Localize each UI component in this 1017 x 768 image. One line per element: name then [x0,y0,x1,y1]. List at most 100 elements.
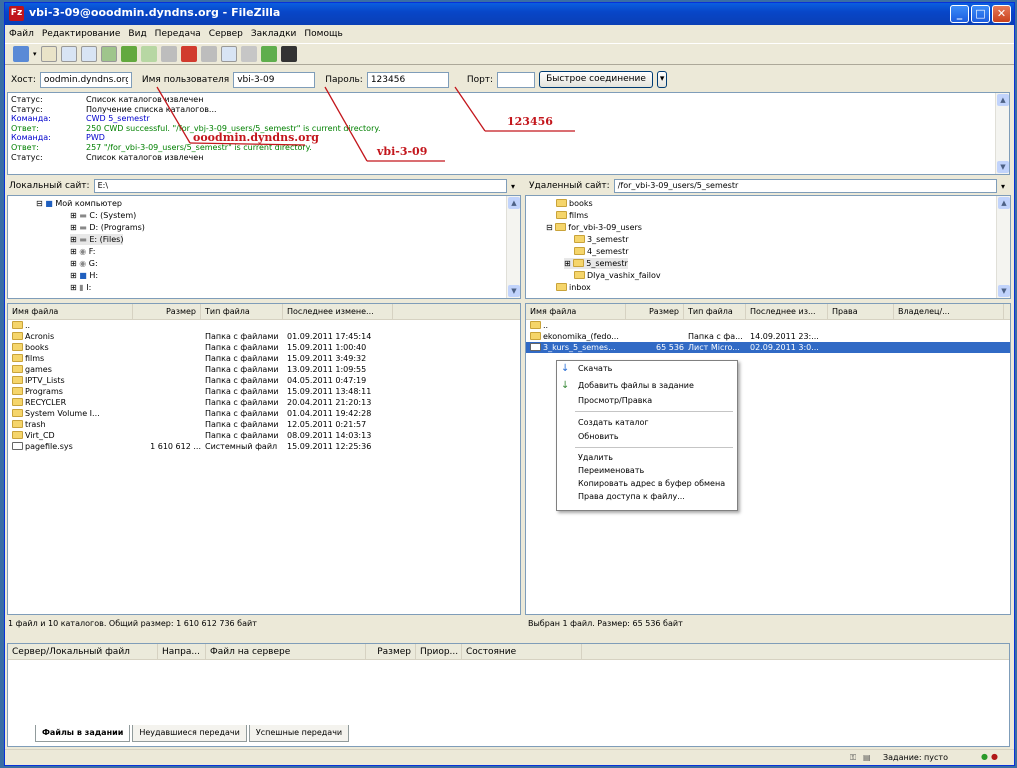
folder-unknown-icon [574,271,585,279]
file-row[interactable]: pagefile.sys 1 610 612 ... Системный файл 1… [8,441,520,452]
tree-node[interactable]: ⊞ ▬ D: (Programs) [70,222,145,233]
file-row[interactable]: Programs Папка с файлами 15.09.2011 13:48:… [8,386,520,397]
local-tree[interactable]: ⊟ ■ Мой компьютер ⊞ ▬ C: (System) ⊞ ▬ D:… [7,195,521,299]
file-row[interactable]: .. [8,320,520,331]
file-modified [283,320,393,331]
remote-path-dropdown-icon[interactable]: ▾ [1001,182,1013,191]
file-name: pagefile.sys [8,441,133,452]
tab-successful-transfers[interactable]: Успешные передачи [248,725,350,742]
tree-node[interactable]: 3_semestr [574,234,629,245]
col-local-file[interactable]: Сервер/Локальный файл [8,644,158,659]
col-type[interactable]: Тип файла [201,304,283,319]
folder-icon [530,321,541,329]
file-size: 65 536 [656,343,684,352]
folder-icon [12,431,23,439]
tree-node[interactable]: Dlya_vashix_failov [574,270,661,281]
folder-icon [12,354,23,362]
file-row[interactable]: ekonomika_(fedo... Папка с фа... 14.09.201… [526,331,1010,342]
file-row[interactable]: 3_kurs_5_semes... 65 536 Лист Micro... 02.0… [526,342,1010,353]
file-row[interactable]: IPTV_Lists Папка с файлами 04.05.2011 0:47… [8,375,520,386]
col-type[interactable]: Тип файла [684,304,746,319]
file-type: Папка с файлами [205,376,279,385]
file-name: RECYCLER [8,397,133,408]
file-type: Папка с файлами [205,332,279,341]
col-size[interactable]: Размер [626,304,684,319]
folder-unknown-icon [556,199,567,207]
col-priority[interactable]: Приор... [416,644,462,659]
local-file-list[interactable]: Имя файла Размер Тип файла Последнее изм… [7,303,521,615]
folder-icon [12,365,23,373]
file-size [133,375,201,386]
binary-icon: ▤ [863,753,871,762]
download-icon: ↓ [561,363,570,374]
menu-add-to-queue[interactable]: Добавить файлы в задание [578,381,694,390]
col-filename[interactable]: Имя файла [526,304,626,319]
tree-node[interactable]: ⊟ ■ Мой компьютер [36,198,122,209]
folder-icon [12,409,23,417]
file-modified: 12.05.2011 0:21:57 [287,420,367,429]
tree-node-selected[interactable]: ⊞ ▬ E: (Files) [70,234,124,245]
tree-node[interactable]: books [556,198,593,209]
file-size: 1 610 612 ... [150,442,201,451]
file-type: Папка с файлами [205,354,279,363]
tree-node[interactable]: films [556,210,588,221]
tree-node-selected[interactable]: ⊞ 5_semestr [564,258,628,269]
tree-node[interactable]: 4_semestr [574,246,629,257]
menu-permissions[interactable]: Права доступа к файлу... [578,492,685,501]
remote-tree[interactable]: books films ⊟ for_vbi-3-09_users 3_semes… [525,195,1011,299]
file-row[interactable]: Virt_CD Папка с файлами 08.09.2011 14:03:1… [8,430,520,441]
file-size [133,364,201,375]
file-row[interactable]: trash Папка с файлами 12.05.2011 0:21:57 [8,419,520,430]
col-modified[interactable]: Последнее из... [746,304,828,319]
menu-delete[interactable]: Удалить [578,453,613,462]
local-path-dropdown-icon[interactable]: ▾ [511,182,523,191]
local-path-input[interactable]: E:\ [93,179,507,193]
folder-icon [12,420,23,428]
col-modified[interactable]: Последнее измене... [283,304,393,319]
file-row[interactable]: .. [526,320,1010,331]
tree-node[interactable]: ⊞ ■ H: [70,270,98,281]
tree-node[interactable]: inbox [556,282,591,293]
col-filename[interactable]: Имя файла [8,304,133,319]
tree-node[interactable]: ⊞ ◉ G: [70,258,98,269]
remote-path-input[interactable]: /for_vbi-3-09_users/5_semestr [613,179,997,193]
folder-icon [555,223,567,231]
menu-create-dir[interactable]: Создать каталог [578,418,649,427]
local-tree-scrollbar[interactable]: ▲ ▼ [506,196,520,298]
col-size[interactable]: Размер [366,644,416,659]
col-permissions[interactable]: Права [828,304,894,319]
menu-refresh[interactable]: Обновить [578,432,619,441]
file-type [684,320,746,331]
tree-node[interactable]: ⊞ ▮ I: [70,282,91,293]
tree-node[interactable]: ⊞ ▬ C: (System) [70,210,136,221]
file-row[interactable]: RECYCLER Папка с файлами 20.04.2011 21:20:… [8,397,520,408]
file-row[interactable]: books Папка с файлами 15.09.2011 1:00:40 [8,342,520,353]
file-row[interactable]: films Папка с файлами 15.09.2011 3:49:32 [8,353,520,364]
file-size [133,386,201,397]
col-size[interactable]: Размер [133,304,201,319]
menu-copy-url[interactable]: Копировать адрес в буфер обмена [578,479,725,488]
menu-view-edit[interactable]: Просмотр/Правка [578,396,652,405]
led-icon: ● [991,752,998,761]
file-name: .. [526,320,626,331]
remote-site-label: Удаленный сайт: [529,181,610,191]
file-name: games [8,364,133,375]
drive-icon: ◉ [79,247,87,256]
file-name: trash [8,419,133,430]
menu-download[interactable]: Скачать [578,364,612,373]
col-remote-file[interactable]: Файл на сервере [206,644,366,659]
menu-separator [575,411,733,412]
file-row[interactable]: Acronis Папка с файлами 01.09.2011 17:45:1… [8,331,520,342]
file-row[interactable]: System Volume I... Папка с файлами 01.04.2… [8,408,520,419]
file-name: IPTV_Lists [8,375,133,386]
col-direction[interactable]: Напра... [158,644,206,659]
tree-node[interactable]: ⊟ for_vbi-3-09_users [546,222,642,233]
col-owner[interactable]: Владелец/... [894,304,1004,319]
tree-node[interactable]: ⊞ ◉ F: [70,246,95,257]
col-status[interactable]: Состояние [462,644,582,659]
file-row[interactable]: games Папка с файлами 13.09.2011 1:09:55 [8,364,520,375]
menu-rename[interactable]: Переименовать [578,466,644,475]
tab-queued-files[interactable]: Файлы в задании [35,725,131,742]
tab-failed-transfers[interactable]: Неудавшиеся передачи [132,725,247,742]
remote-tree-scrollbar[interactable]: ▲ ▼ [996,196,1010,298]
